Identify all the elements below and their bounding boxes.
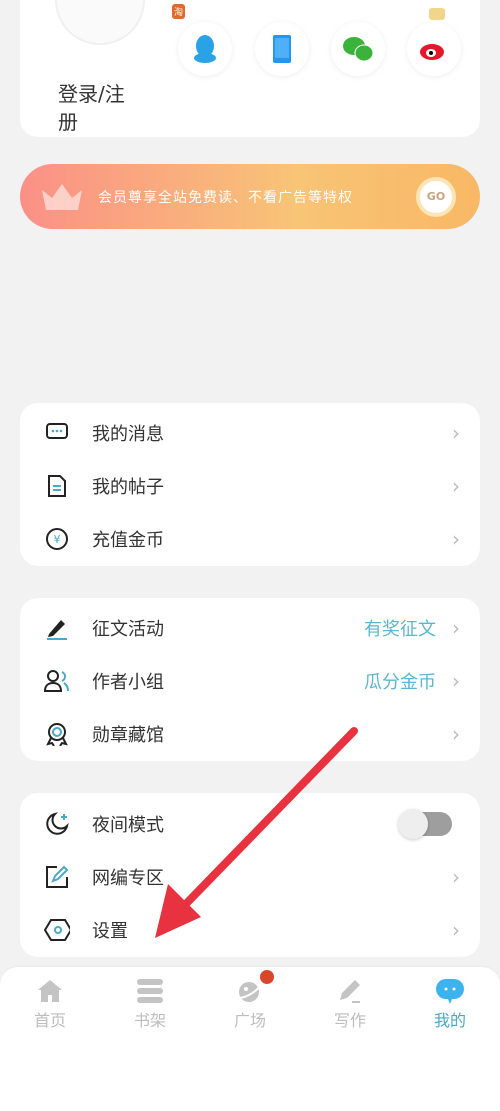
- qq-icon: [194, 35, 216, 63]
- bookshelf-icon: [100, 975, 200, 1007]
- edit-icon: [44, 864, 70, 890]
- menu-item-essay-contest[interactable]: 征文活动 有奖征文 ›: [20, 601, 480, 654]
- notification-dot: [260, 970, 274, 984]
- crown-icon: [42, 183, 82, 210]
- chevron-right-icon: ›: [452, 615, 460, 640]
- nav-tab-square[interactable]: 广场: [200, 970, 300, 1031]
- menu-item-medals[interactable]: 勋章藏馆 ›: [20, 707, 480, 760]
- menu-label: 夜间模式: [92, 814, 164, 836]
- planet-icon: [200, 970, 300, 1007]
- bottom-nav: 首页 书架 广场 写作 我的: [0, 967, 500, 1111]
- menu-label: 作者小组: [92, 671, 164, 693]
- chevron-right-icon: ›: [452, 721, 460, 746]
- menu-item-posts[interactable]: 我的帖子 ›: [20, 459, 480, 512]
- menu-label: 勋章藏馆: [92, 724, 164, 746]
- chat-bubble-icon: [400, 975, 500, 1007]
- nav-tab-home[interactable]: 首页: [0, 975, 100, 1031]
- profile-card: 登录/注册 淘: [20, 0, 480, 137]
- medal-icon: [44, 721, 70, 747]
- menu-item-recharge[interactable]: ¥ 充值金币 ›: [20, 512, 480, 565]
- chevron-right-icon: ›: [452, 473, 460, 498]
- nav-label: 我的: [433, 1011, 466, 1030]
- post-icon: [44, 473, 70, 499]
- avatar[interactable]: [55, 0, 145, 45]
- login-register-link[interactable]: 登录/注册: [58, 80, 138, 136]
- chevron-right-icon: ›: [452, 864, 460, 889]
- moon-icon: [44, 811, 70, 837]
- nav-label: 广场: [233, 1011, 266, 1030]
- nav-label: 写作: [333, 1011, 366, 1030]
- menu-item-night-mode: 夜间模式: [20, 797, 480, 850]
- menu-item-messages[interactable]: 我的消息 ›: [20, 406, 480, 459]
- weibo-icon: [420, 44, 444, 60]
- qq-login-button[interactable]: 淘: [172, 4, 232, 76]
- svg-text:¥: ¥: [54, 533, 61, 546]
- menu-item-editor-zone[interactable]: 网编专区 ›: [20, 850, 480, 903]
- menu-label: 我的帖子: [92, 476, 164, 498]
- phone-login-button[interactable]: [255, 22, 309, 76]
- chevron-right-icon: ›: [452, 917, 460, 942]
- menu-label: 网编专区: [92, 867, 164, 889]
- write-icon: [300, 975, 400, 1007]
- chevron-right-icon: ›: [452, 420, 460, 445]
- go-button[interactable]: GO: [416, 176, 456, 217]
- nav-label: 书架: [133, 1011, 166, 1030]
- menu-label: 充值金币: [92, 529, 164, 551]
- chevron-right-icon: ›: [452, 668, 460, 693]
- phone-icon: [273, 35, 291, 63]
- wechat-login-button[interactable]: [331, 22, 385, 76]
- nav-tab-mine[interactable]: 我的: [400, 975, 500, 1031]
- nav-label: 首页: [33, 1011, 66, 1030]
- menu-extra: 有奖征文: [364, 618, 436, 640]
- menu-label: 设置: [92, 920, 128, 942]
- wechat-icon: [343, 37, 374, 62]
- message-icon: [44, 420, 70, 446]
- menu-group-2: 征文活动 有奖征文 › 作者小组 瓜分金币 › 勋章藏馆 ›: [20, 598, 480, 761]
- taobao-badge: 淘: [172, 4, 186, 19]
- pen-icon: [44, 615, 70, 641]
- nav-tab-bookshelf[interactable]: 书架: [100, 975, 200, 1031]
- weibo-login-button[interactable]: [407, 8, 461, 76]
- menu-extra: 瓜分金币: [364, 671, 436, 693]
- chevron-right-icon: ›: [452, 526, 460, 551]
- nav-tab-write[interactable]: 写作: [300, 975, 400, 1031]
- menu-label: 征文活动: [92, 618, 164, 640]
- menu-item-author-group[interactable]: 作者小组 瓜分金币 ›: [20, 654, 480, 707]
- users-icon: [44, 668, 70, 694]
- vip-banner[interactable]: 会员尊享全站免费读、不看广告等特权 GO: [20, 164, 480, 229]
- coin-icon: ¥: [44, 526, 70, 552]
- home-icon: [0, 975, 100, 1007]
- menu-item-settings[interactable]: 设置 ›: [20, 903, 480, 956]
- night-mode-toggle[interactable]: [398, 808, 452, 839]
- menu-group-3: 夜间模式 网编专区 › 设置 ›: [20, 793, 480, 957]
- vip-banner-text: 会员尊享全站免费读、不看广告等特权: [98, 189, 353, 206]
- menu-label: 我的消息: [92, 423, 164, 445]
- settings-icon: [44, 917, 70, 943]
- menu-group-1: 我的消息 › 我的帖子 › ¥ 充值金币 ›: [20, 403, 480, 566]
- weibo-badge: [429, 8, 445, 20]
